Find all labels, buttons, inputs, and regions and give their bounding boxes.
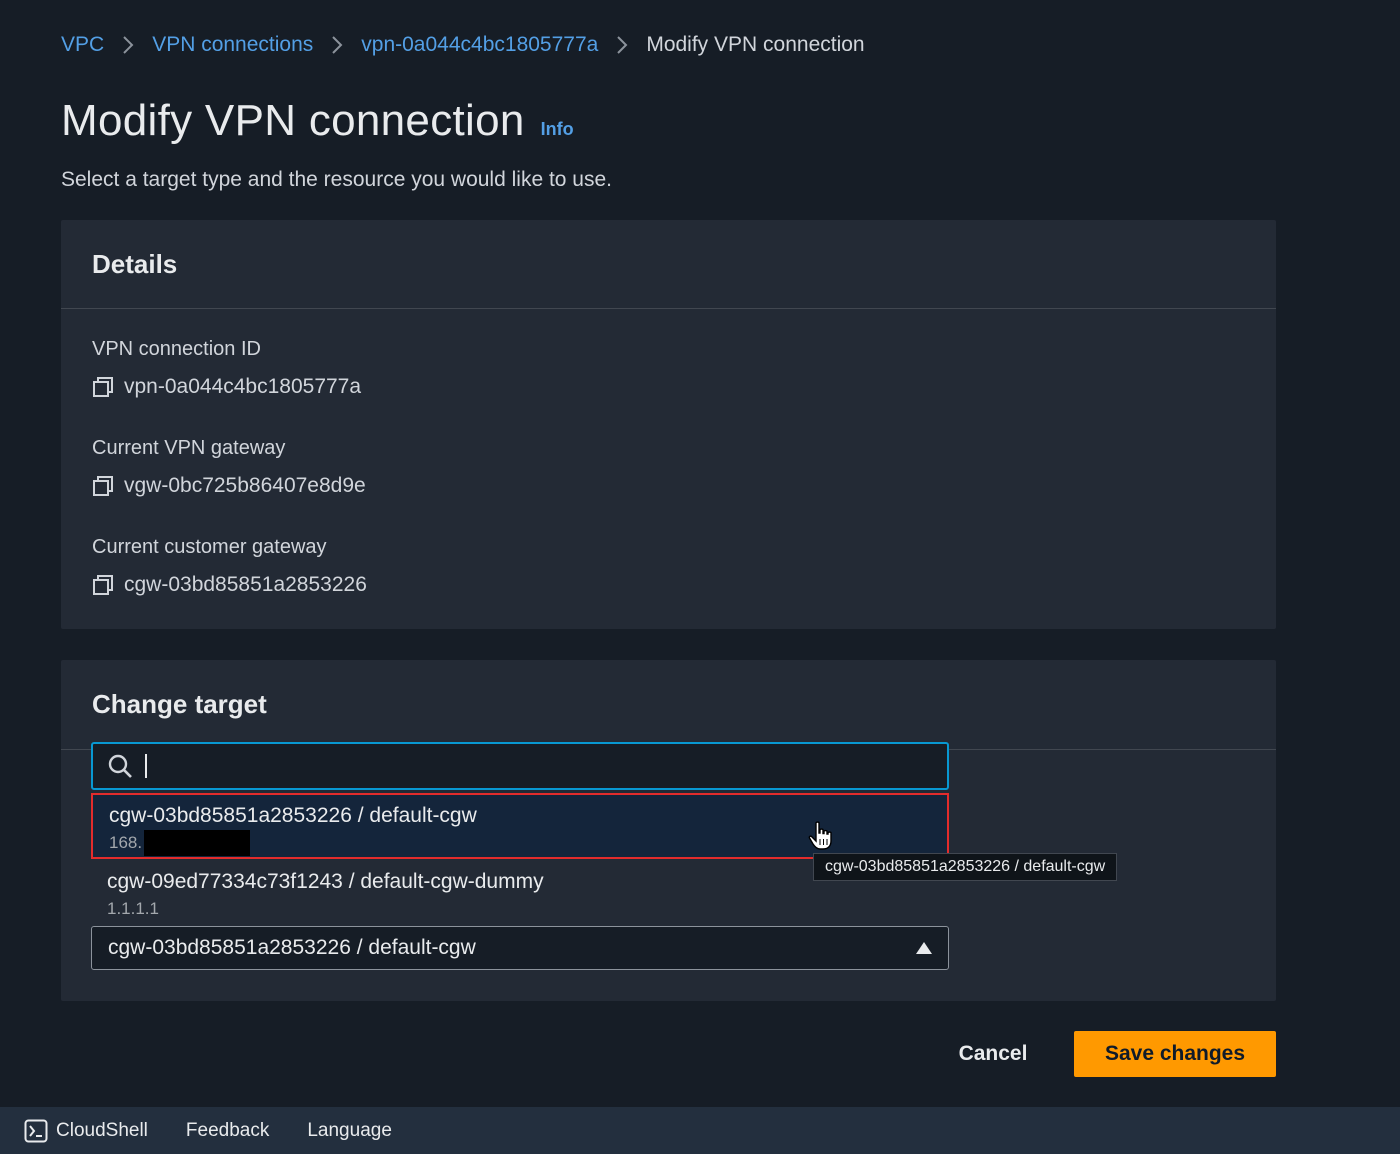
search-icon <box>108 754 132 778</box>
page-header: Modify VPN connection Info <box>61 96 574 146</box>
text-cursor <box>145 754 147 778</box>
chevron-right-icon <box>616 35 628 55</box>
console-footer: CloudShell Feedback Language <box>0 1107 1400 1154</box>
field-label: Current VPN gateway <box>92 437 286 459</box>
customer-gateway-select[interactable]: cgw-03bd85851a2853226 / default-cgw <box>91 926 949 970</box>
cancel-button[interactable]: Cancel <box>940 1032 1046 1076</box>
vpn-connection-id-value: vpn-0a044c4bc1805777a <box>124 375 362 398</box>
caret-up-icon <box>916 942 932 954</box>
field-value: vgw-0bc725b86407e8d9e <box>92 472 366 500</box>
breadcrumb-vpc[interactable]: VPC <box>61 33 104 57</box>
field-label: VPN connection ID <box>92 338 261 360</box>
field-label: Current customer gateway <box>92 536 327 558</box>
language-label: Language <box>307 1119 392 1141</box>
breadcrumb-current: Modify VPN connection <box>646 33 865 56</box>
option-description: 1.1.1.1 <box>107 898 949 920</box>
selected-value: cgw-03bd85851a2853226 / default-cgw <box>108 936 476 959</box>
vpn-connection-id-field: VPN connection ID vpn-0a044c4bc1805777a <box>92 335 361 401</box>
language-link[interactable]: Language <box>307 1120 392 1142</box>
feedback-label: Feedback <box>185 1119 270 1141</box>
chevron-right-icon <box>122 35 134 55</box>
feedback-link[interactable]: Feedback <box>186 1120 269 1142</box>
cloudshell-button[interactable]: CloudShell <box>24 1119 148 1143</box>
field-value: cgw-03bd85851a2853226 <box>92 571 367 599</box>
cloudshell-icon <box>24 1119 48 1142</box>
option-ip: 168. <box>109 833 143 852</box>
change-target-heading: Change target <box>92 689 267 719</box>
copy-icon[interactable] <box>92 574 114 596</box>
details-heading: Details <box>92 248 178 279</box>
current-vpn-gateway-field: Current VPN gateway vgw-0bc725b86407e8d9… <box>92 434 366 500</box>
hand-pointer-icon <box>808 821 832 850</box>
copy-icon[interactable] <box>92 376 114 398</box>
chevron-right-icon <box>331 35 343 55</box>
current-customer-gateway-field: Current customer gateway cgw-03bd85851a2… <box>92 533 367 599</box>
details-panel: Details VPN connection ID vpn-0a044c4bc1… <box>61 220 1276 629</box>
current-vpn-gateway-value: vgw-0bc725b86407e8d9e <box>124 474 366 497</box>
info-link[interactable]: Info <box>541 119 574 140</box>
save-changes-button[interactable]: Save changes <box>1074 1031 1276 1077</box>
option-ip: 1.1.1.1 <box>107 899 159 918</box>
field-value: vpn-0a044c4bc1805777a <box>92 373 361 401</box>
cloudshell-label: CloudShell <box>56 1119 148 1141</box>
customer-gateway-search-input[interactable] <box>91 742 949 790</box>
breadcrumb-vpn-connections[interactable]: VPN connections <box>152 33 313 57</box>
details-header: Details <box>61 220 1276 309</box>
page-title: Modify VPN connection <box>61 96 525 145</box>
copy-icon[interactable] <box>92 475 114 497</box>
current-customer-gateway-value: cgw-03bd85851a2853226 <box>124 573 367 596</box>
breadcrumb-vpn-id[interactable]: vpn-0a044c4bc1805777a <box>361 33 598 57</box>
page-subtitle: Select a target type and the resource yo… <box>61 168 612 191</box>
option-tooltip: cgw-03bd85851a2853226 / default-cgw <box>813 853 1118 881</box>
change-target-header: Change target <box>61 660 1276 749</box>
breadcrumb: VPC VPN connections vpn-0a044c4bc1805777… <box>61 30 865 60</box>
redaction-box <box>144 830 251 856</box>
